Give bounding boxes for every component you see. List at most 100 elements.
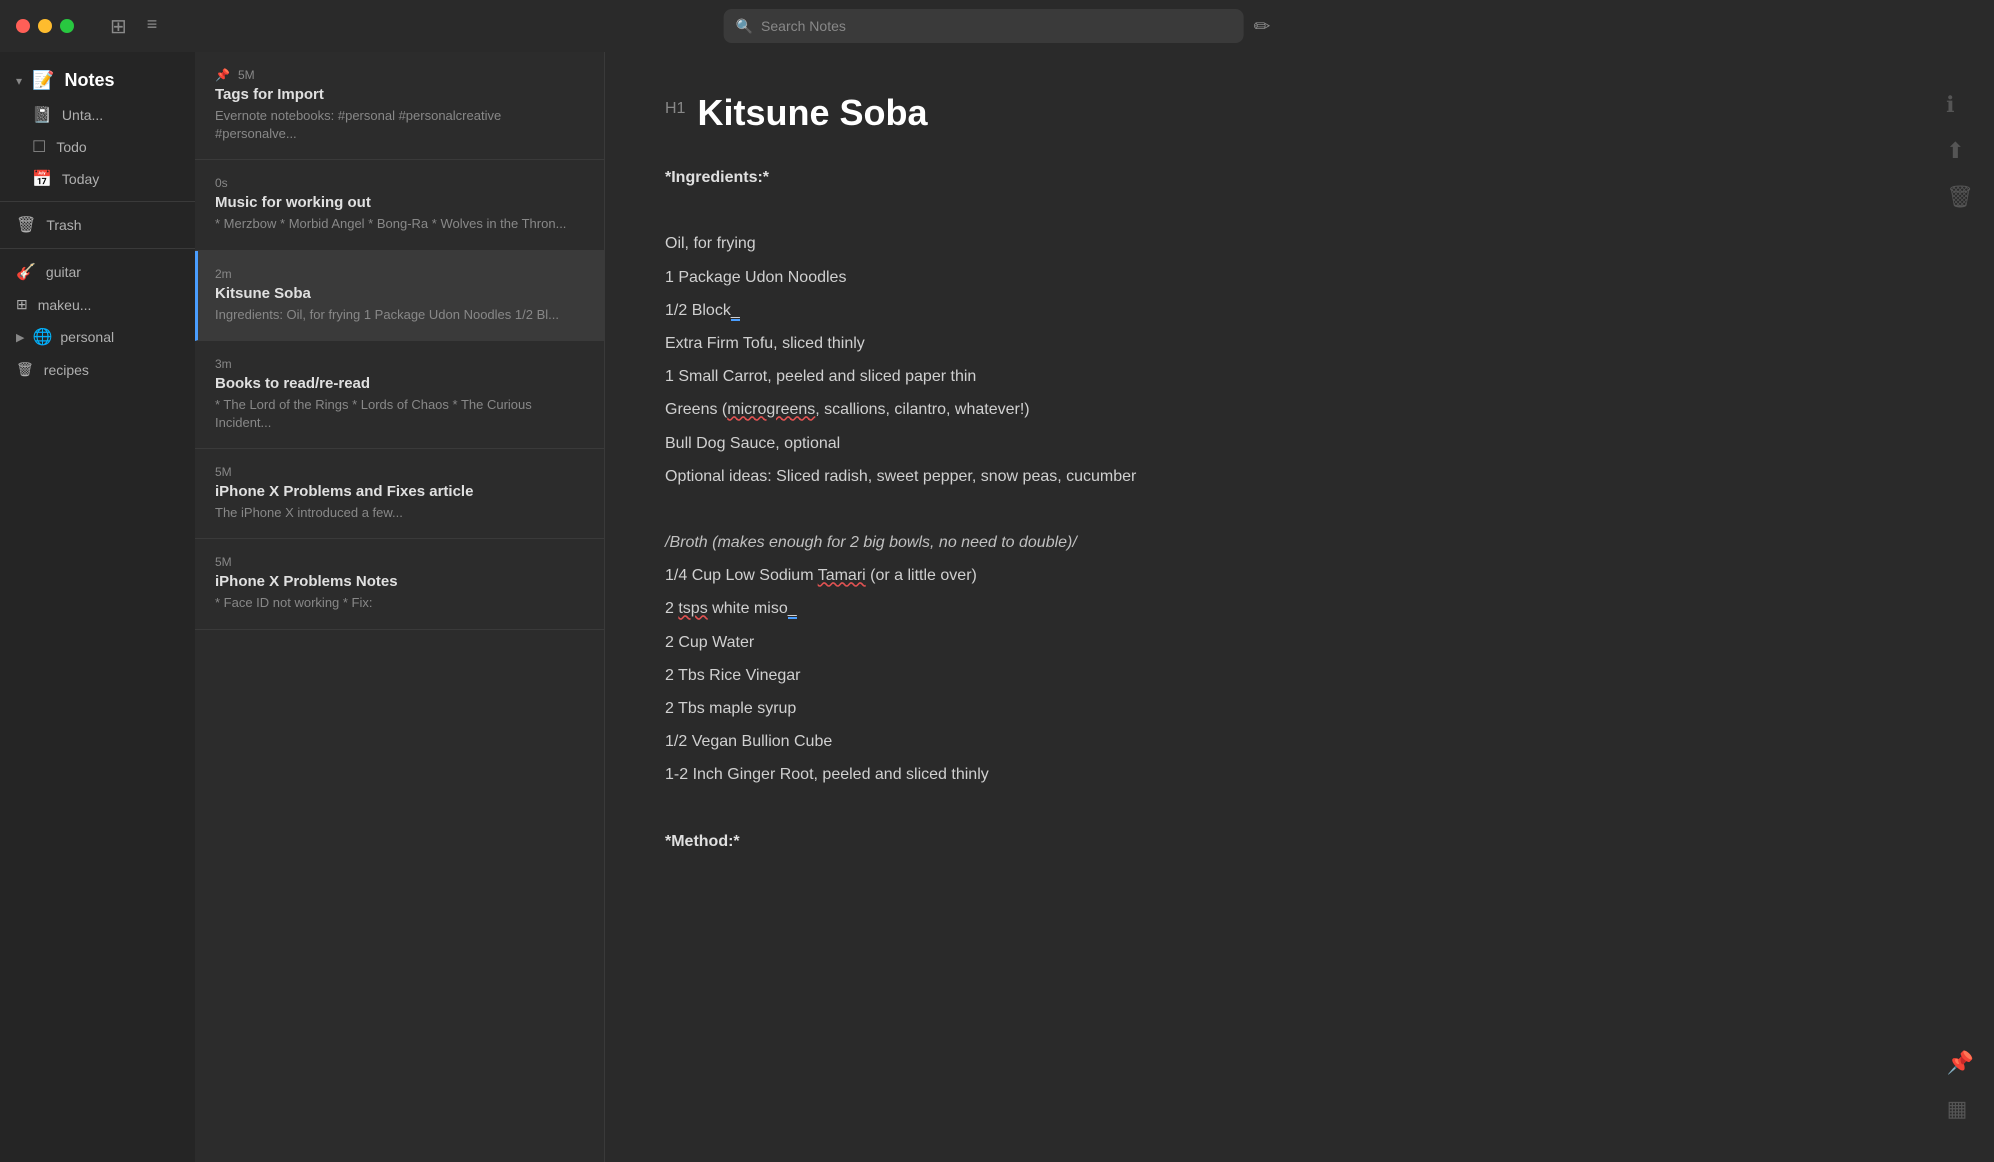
- share-icon[interactable]: ⬆: [1946, 138, 1974, 164]
- sidebar-divider-2: [0, 248, 195, 249]
- note-time: 5M: [215, 465, 232, 479]
- method-label: *Method:*: [665, 828, 1934, 855]
- ingredient-6: Greens (microgreens, scallions, cilantro…: [665, 396, 1934, 423]
- notes-list[interactable]: 📌 5M Tags for Import Evernote notebooks:…: [195, 52, 605, 1162]
- note-editor[interactable]: ℹ ⬆ 🗑 📌 ▦ H1 Kitsune Soba *Ingredients:*…: [605, 52, 1994, 1162]
- gallery-icon[interactable]: ▦: [1947, 1096, 1974, 1122]
- sidebar-item-personal[interactable]: ▶ 🌐 personal: [0, 320, 195, 354]
- sidebar-notes-header[interactable]: ▾ 📝 Notes: [0, 62, 195, 99]
- sidebar-item-makeup[interactable]: ⊞ makeu...: [0, 289, 195, 320]
- sidebar-item-recipes-label: recipes: [44, 362, 89, 378]
- note-title: Kitsune Soba: [215, 285, 584, 302]
- spacer3: [665, 795, 1934, 822]
- todo-icon: ☐: [32, 137, 46, 157]
- right-toolbar: ℹ ⬆ 🗑: [1946, 92, 1974, 210]
- grid-icon[interactable]: ⊞: [110, 14, 127, 39]
- broth-2: 2 tsps white miso_: [665, 595, 1934, 622]
- recipes-icon: 🗑: [16, 361, 34, 378]
- trash-icon: 🗑: [16, 215, 36, 235]
- close-button[interactable]: [16, 19, 30, 33]
- broth-3: 2 Cup Water: [665, 629, 1934, 656]
- sidebar-item-recipes[interactable]: 🗑 recipes: [0, 354, 195, 385]
- ingredient-1: Oil, for frying: [665, 230, 1934, 257]
- sidebar-item-personal-label: personal: [60, 329, 114, 345]
- sidebar-item-trash[interactable]: 🗑 Trash: [0, 208, 195, 242]
- sidebar-item-untitled[interactable]: 📓 Unta...: [0, 99, 195, 131]
- broth-5: 2 Tbs maple syrup: [665, 695, 1934, 722]
- broth-6: 1/2 Vegan Bullion Cube: [665, 728, 1934, 755]
- info-icon[interactable]: ℹ: [1946, 92, 1974, 118]
- search-icon: 🔍: [736, 18, 753, 35]
- expand-arrow-icon: ▶: [16, 331, 24, 344]
- editor-header: H1 Kitsune Soba: [665, 92, 1934, 134]
- note-main-title: Kitsune Soba: [697, 92, 927, 134]
- note-time: 5M: [238, 68, 255, 82]
- note-meta: 3m: [215, 357, 584, 371]
- squiggly-tamari: Tamari: [818, 567, 866, 584]
- ingredient-7: Bull Dog Sauce, optional: [665, 430, 1934, 457]
- note-preview: Ingredients: Oil, for frying 1 Package U…: [215, 306, 584, 324]
- main-layout: ▾ 📝 Notes 📓 Unta... ☐ Todo 📅 Today 🗑 Tra…: [0, 52, 1994, 1162]
- pin-bottom-icon[interactable]: 📌: [1947, 1050, 1974, 1076]
- note-meta: 2m: [215, 267, 584, 281]
- spacer: [665, 197, 1934, 224]
- note-time: 2m: [215, 267, 232, 281]
- note-item-music[interactable]: 0s Music for working out * Merzbow * Mor…: [195, 160, 604, 250]
- broth-1: 1/4 Cup Low Sodium Tamari (or a little o…: [665, 562, 1934, 589]
- ingredient-2: 1 Package Udon Noodles: [665, 264, 1934, 291]
- note-meta: 0s: [215, 176, 584, 190]
- filter-icon[interactable]: ≡: [147, 14, 158, 39]
- sidebar-item-todo-label: Todo: [56, 139, 86, 155]
- note-preview: Evernote notebooks: #personal #personalc…: [215, 107, 584, 143]
- note-preview: * The Lord of the Rings * Lords of Chaos…: [215, 396, 584, 432]
- note-content[interactable]: *Ingredients:* Oil, for frying 1 Package…: [665, 164, 1934, 855]
- toolbar-icons: ⊞ ≡: [110, 14, 157, 39]
- note-title: iPhone X Problems Notes: [215, 573, 584, 590]
- sidebar-item-makeup-label: makeu...: [38, 297, 92, 313]
- ingredients-label: *Ingredients:*: [665, 164, 1934, 191]
- maximize-button[interactable]: [60, 19, 74, 33]
- pin-icon: 📌: [215, 68, 230, 82]
- personal-icon: 🌐: [32, 327, 52, 347]
- guitar-icon: 🎸: [16, 262, 36, 282]
- sidebar-notes-title: Notes: [64, 70, 114, 91]
- broth-label: /Broth (makes enough for 2 big bowls, no…: [665, 529, 1934, 556]
- squiggly-microgreens: microgreens: [727, 401, 815, 418]
- note-title: Music for working out: [215, 194, 584, 211]
- note-meta: 5M: [215, 555, 584, 569]
- sidebar: ▾ 📝 Notes 📓 Unta... ☐ Todo 📅 Today 🗑 Tra…: [0, 52, 195, 1162]
- ingredient-4: Extra Firm Tofu, sliced thinly: [665, 330, 1934, 357]
- note-item-kitsune[interactable]: 2m Kitsune Soba Ingredients: Oil, for fr…: [195, 251, 604, 341]
- title-bar: ⊞ ≡ 🔍 Search Notes ✏: [0, 0, 1994, 52]
- note-title: iPhone X Problems and Fixes article: [215, 483, 584, 500]
- right-toolbar-bottom: 📌 ▦: [1947, 1050, 1974, 1122]
- note-meta: 5M: [215, 465, 584, 479]
- sidebar-item-trash-label: Trash: [46, 217, 81, 233]
- sidebar-divider: [0, 201, 195, 202]
- search-bar[interactable]: 🔍 Search Notes: [724, 9, 1244, 43]
- ingredient-3: 1/2 Block_: [665, 297, 1934, 324]
- ingredient-8: Optional ideas: Sliced radish, sweet pep…: [665, 463, 1934, 490]
- spacer2: [665, 496, 1934, 523]
- note-item-tags[interactable]: 📌 5M Tags for Import Evernote notebooks:…: [195, 52, 604, 160]
- note-item-books[interactable]: 3m Books to read/re-read * The Lord of t…: [195, 341, 604, 449]
- sidebar-item-untitled-label: Unta...: [62, 107, 103, 123]
- delete-icon[interactable]: 🗑: [1946, 184, 1974, 210]
- notebook-icon: 📓: [32, 105, 52, 125]
- sidebar-item-todo[interactable]: ☐ Todo: [0, 131, 195, 163]
- minimize-button[interactable]: [38, 19, 52, 33]
- compose-icon[interactable]: ✏: [1254, 14, 1271, 39]
- note-time: 5M: [215, 555, 232, 569]
- note-item-iphonex[interactable]: 5M iPhone X Problems and Fixes article T…: [195, 449, 604, 539]
- note-time: 0s: [215, 176, 228, 190]
- h1-indicator: H1: [665, 100, 685, 118]
- chevron-down-icon: ▾: [16, 74, 22, 88]
- note-meta: 📌 5M: [215, 68, 584, 82]
- sidebar-item-today[interactable]: 📅 Today: [0, 163, 195, 195]
- notes-icon: 📝: [32, 70, 54, 91]
- note-item-iphonexnotes[interactable]: 5M iPhone X Problems Notes * Face ID not…: [195, 539, 604, 629]
- sidebar-item-today-label: Today: [62, 171, 99, 187]
- note-preview: The iPhone X introduced a few...: [215, 504, 584, 522]
- broth-7: 1-2 Inch Ginger Root, peeled and sliced …: [665, 761, 1934, 788]
- sidebar-item-guitar[interactable]: 🎸 guitar: [0, 255, 195, 289]
